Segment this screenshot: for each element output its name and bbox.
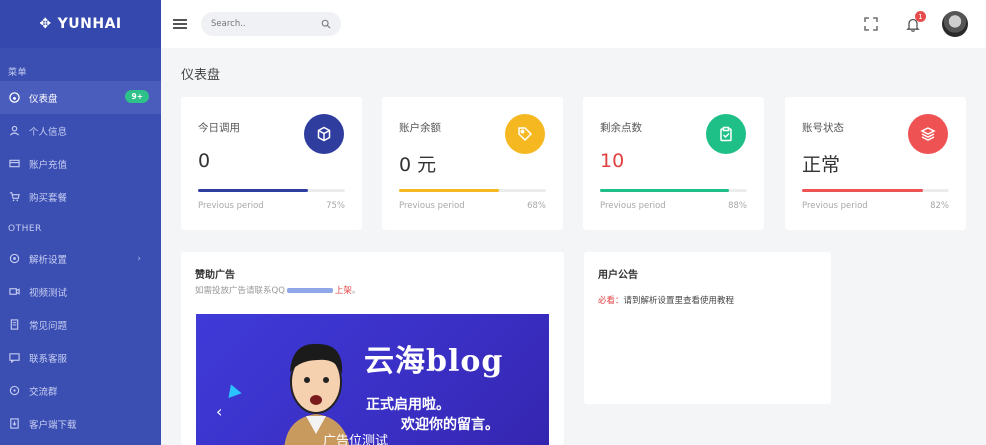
- notice-body: 请到解析设置里查看使用教程: [623, 296, 735, 306]
- sidebar-item-label: 解析设置: [29, 254, 68, 266]
- ad-panel-title: 赞助广告: [195, 270, 235, 281]
- stat-foot-label: Previous period: [600, 201, 666, 211]
- brand-logo[interactable]: ✥ YUNHAI: [0, 0, 161, 48]
- sidebar-item-contact[interactable]: 联系客服: [0, 341, 161, 374]
- ad-sub-suffix: 。: [351, 286, 361, 296]
- search-icon[interactable]: [321, 19, 331, 29]
- sidebar-item-label: 交流群: [29, 386, 58, 398]
- chevron-left-icon[interactable]: ‹: [216, 402, 222, 421]
- stat-value: 0 元: [399, 154, 437, 176]
- progress-bar: [399, 189, 546, 192]
- sidebar-item-download[interactable]: 客户端下载: [0, 407, 161, 440]
- brand-name: YUNHAI: [57, 16, 122, 32]
- sidebar-item-label: 常见问题: [29, 320, 68, 332]
- redacted-contact: [286, 288, 333, 293]
- sidebar-item-group[interactable]: 交流群: [0, 374, 161, 407]
- sidebar-item-label: 仪表盘: [29, 93, 58, 105]
- ad-banner-title: 云海blog: [364, 344, 504, 379]
- ad-panel-subtitle: 如需投放广告请联系QQ 上架。: [195, 284, 360, 296]
- notice-panel: 用户公告 必看：请到解析设置里查看使用教程: [584, 252, 831, 404]
- stat-foot-value: 82%: [930, 201, 949, 211]
- stat-foot-label: Previous period: [399, 201, 465, 211]
- download-icon: [7, 417, 21, 431]
- stat-foot-label: Previous period: [802, 201, 868, 211]
- sidebar-item-parse-settings[interactable]: 解析设置 ›: [0, 242, 161, 275]
- stat-label: 账户余额: [399, 122, 441, 134]
- search-input[interactable]: [211, 19, 311, 29]
- search-box[interactable]: [201, 12, 341, 36]
- user-avatar[interactable]: [940, 9, 970, 39]
- stat-foot-label: Previous period: [198, 201, 264, 211]
- user-icon: [7, 124, 21, 138]
- stat-card-today-calls: 今日调用 0 Previous period 75%: [181, 97, 362, 230]
- sidebar-item-label: 客户端下载: [29, 419, 77, 431]
- progress-bar: [198, 189, 345, 192]
- cube-icon: [304, 114, 344, 154]
- section-other-title: OTHER: [8, 224, 42, 234]
- avatar: [942, 11, 968, 37]
- chat-icon: [7, 351, 21, 365]
- fullscreen-icon[interactable]: [856, 9, 886, 39]
- notice-panel-title: 用户公告: [598, 270, 638, 281]
- chevron-right-icon: ›: [137, 253, 141, 264]
- notification-badge: 1: [915, 11, 926, 22]
- dashboard-icon: [7, 91, 21, 105]
- ad-banner-overlay: 广告位测试: [323, 434, 389, 445]
- progress-bar: [802, 189, 949, 192]
- cartoon-person-illustration: [284, 343, 350, 445]
- page-title: 仪表盘: [181, 68, 221, 83]
- sidebar-item-label: 个人信息: [29, 126, 68, 138]
- sidebar-badge: 9+: [125, 90, 149, 103]
- sidebar-item-dashboard[interactable]: 仪表盘 9+: [0, 81, 161, 114]
- triangle-decoration: [224, 381, 242, 399]
- move-icon: ✥: [39, 16, 52, 32]
- ad-banner-line2: 欢迎你的留言。: [401, 417, 499, 433]
- stat-label: 剩余点数: [600, 122, 642, 134]
- ad-sub-prefix: 如需投放广告请联系QQ: [195, 286, 285, 296]
- stat-foot-value: 88%: [728, 201, 747, 211]
- stat-value: 10: [600, 150, 625, 172]
- sidebar-item-profile[interactable]: 个人信息: [0, 114, 161, 147]
- stat-label: 今日调用: [198, 122, 240, 134]
- sidebar-item-label: 联系客服: [29, 353, 68, 365]
- ad-banner[interactable]: ‹ 云海blog 正式启用啦。 欢迎你的留言。 广告位测试: [196, 314, 549, 445]
- sidebar-item-label: 视频测试: [29, 287, 68, 299]
- sidebar-item-purchase[interactable]: 购买套餐: [0, 180, 161, 213]
- sidebar: ✥ YUNHAI 菜单 仪表盘 9+ 个人信息 账户充值 购买套餐 OTHER …: [0, 0, 161, 445]
- top-header: 1: [161, 0, 986, 48]
- menu-toggle-icon[interactable]: [173, 17, 187, 31]
- ad-banner-line1: 正式启用啦。: [366, 397, 450, 413]
- document-icon: [7, 318, 21, 332]
- stat-value: 0: [198, 150, 211, 172]
- tag-icon: [505, 114, 545, 154]
- notification-bell[interactable]: 1: [898, 9, 928, 39]
- stat-card-account-status: 账号状态 正常 Previous period 82%: [785, 97, 966, 230]
- stat-label: 账号状态: [802, 122, 844, 134]
- settings-icon: [7, 252, 21, 266]
- sidebar-item-video-test[interactable]: 视频测试: [0, 275, 161, 308]
- notice-must: 必看：: [598, 296, 624, 306]
- layers-icon: [908, 114, 948, 154]
- stat-value: 正常: [802, 154, 841, 176]
- sidebar-item-label: 购买套餐: [29, 192, 68, 204]
- group-icon: [7, 384, 21, 398]
- notice-text: 必看：请到解析设置里查看使用教程: [598, 294, 734, 306]
- cart-icon: [7, 190, 21, 204]
- wallet-icon: [7, 157, 21, 171]
- sidebar-item-faq[interactable]: 常见问题: [0, 308, 161, 341]
- stat-card-balance: 账户余额 0 元 Previous period 68%: [382, 97, 563, 230]
- section-menu-title: 菜单: [8, 68, 28, 78]
- stat-card-remaining-points: 剩余点数 10 Previous period 88%: [583, 97, 764, 230]
- sidebar-item-label: 账户充值: [29, 159, 68, 171]
- progress-bar: [600, 189, 747, 192]
- video-icon: [7, 285, 21, 299]
- ad-sub-link[interactable]: 上架: [335, 286, 352, 296]
- stat-foot-value: 68%: [527, 201, 546, 211]
- sidebar-item-recharge[interactable]: 账户充值: [0, 147, 161, 180]
- clipboard-icon: [706, 114, 746, 154]
- stat-foot-value: 75%: [326, 201, 345, 211]
